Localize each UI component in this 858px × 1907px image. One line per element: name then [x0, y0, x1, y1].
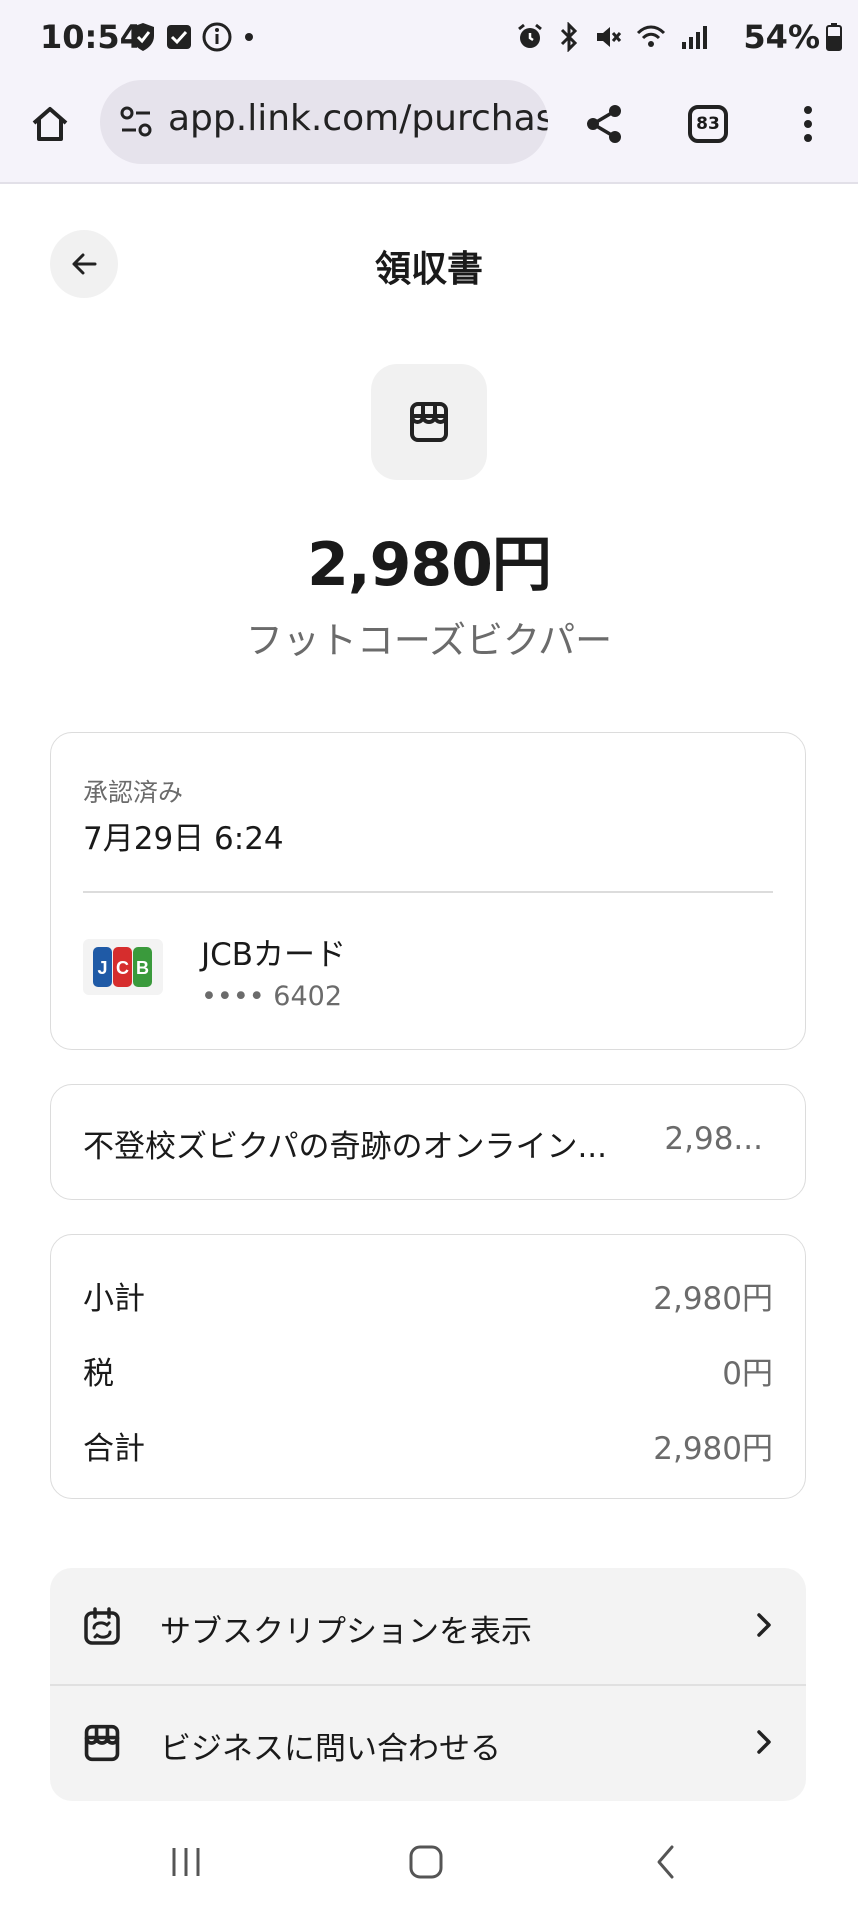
home-button[interactable]: [22, 96, 78, 152]
address-bar[interactable]: app.link.com/purchases: [100, 80, 548, 164]
total-value: 2,980円: [653, 1431, 773, 1467]
tab-switcher-button[interactable]: 83: [680, 96, 736, 152]
recent-apps-button[interactable]: [156, 1840, 216, 1884]
browser-toolbar: app.link.com/purchases 83: [0, 80, 858, 184]
back-nav-button[interactable]: [636, 1840, 696, 1884]
divider: [83, 891, 773, 893]
svg-text:J: J: [97, 958, 107, 978]
svg-text:C: C: [116, 958, 129, 978]
card-name: JCBカード: [201, 937, 347, 973]
home-icon: [32, 107, 68, 141]
home-square-icon: [409, 1845, 443, 1879]
share-icon: [587, 105, 621, 143]
recents-icon: [172, 1848, 200, 1876]
shield-icon: [132, 23, 154, 51]
view-subscription-label: サブスクリプションを表示: [160, 1614, 532, 1650]
page-title: 領収書: [374, 249, 483, 290]
subtotal-label: 小計: [83, 1281, 145, 1317]
store-icon: [84, 1724, 120, 1762]
tax-value: 0円: [722, 1356, 773, 1392]
line-item-name: 不登校ズビクパの奇跡のオンライン...: [83, 1129, 608, 1165]
payment-info-card: 承認済み 7月29日 6:24 J C B JCBカード •••• 6402: [50, 732, 806, 1050]
line-item-price: 2,98...: [664, 1121, 763, 1157]
view-subscription-button[interactable]: サブスクリプションを表示: [50, 1568, 806, 1684]
system-navigation-bar: [0, 1820, 858, 1907]
subtotal-value: 2,980円: [653, 1281, 773, 1317]
alarm-icon: [518, 23, 542, 48]
dot-icon: [245, 33, 253, 41]
status-time: 10:54: [40, 18, 142, 56]
status-left-icons: [130, 22, 256, 52]
subscription-icon: [84, 1607, 120, 1645]
chevron-left-icon: [657, 1845, 674, 1879]
line-item-card[interactable]: 不登校ズビクパの奇跡のオンライン... 2,98...: [50, 1084, 806, 1200]
svg-text:B: B: [136, 958, 149, 978]
merchant-store-icon-tile: [371, 364, 487, 480]
payment-datetime: 7月29日 6:24: [83, 821, 284, 857]
mute-icon: [597, 27, 622, 47]
battery-status: 54%: [743, 18, 842, 56]
more-vert-icon: [804, 106, 812, 142]
tax-label: 税: [83, 1356, 114, 1392]
action-list: サブスクリプションを表示 ビジネスに問い合わせる: [50, 1568, 806, 1801]
battery-percent: 54%: [743, 18, 820, 56]
signal-icon: [682, 26, 707, 49]
contact-business-button[interactable]: ビジネスに問い合わせる: [50, 1685, 806, 1801]
total-label: 合計: [83, 1431, 145, 1467]
status-right-icons: [516, 22, 708, 52]
wifi-icon: [636, 25, 666, 47]
jcb-logo: J C B: [83, 939, 163, 995]
url-text: app.link.com/purchases: [168, 98, 548, 139]
totals-card: 小計 2,980円 税 0円 合計 2,980円: [50, 1234, 806, 1499]
contact-business-label: ビジネスに問い合わせる: [160, 1731, 501, 1767]
merchant-name: フットコーズビクパー: [245, 619, 613, 662]
chevron-right-icon: [757, 1730, 771, 1754]
battery-icon: [826, 23, 842, 51]
check-box-icon: [167, 25, 191, 49]
browser-menu-button[interactable]: [780, 96, 836, 152]
receipt-amount: 2,980円: [307, 530, 552, 600]
status-label: 承認済み: [83, 778, 184, 807]
jcb-logo-graphic: J C B: [93, 947, 152, 987]
bluetooth-icon: [560, 22, 578, 52]
store-icon: [410, 402, 448, 442]
status-bar: 10:54 54%: [0, 0, 858, 80]
home-nav-button[interactable]: [396, 1840, 456, 1884]
chevron-right-icon: [757, 1613, 771, 1637]
site-settings-icon[interactable]: [118, 104, 154, 140]
tab-count: 83: [688, 105, 728, 143]
share-button[interactable]: [576, 96, 632, 152]
card-number: •••• 6402: [201, 981, 342, 1012]
info-icon: [202, 22, 232, 52]
